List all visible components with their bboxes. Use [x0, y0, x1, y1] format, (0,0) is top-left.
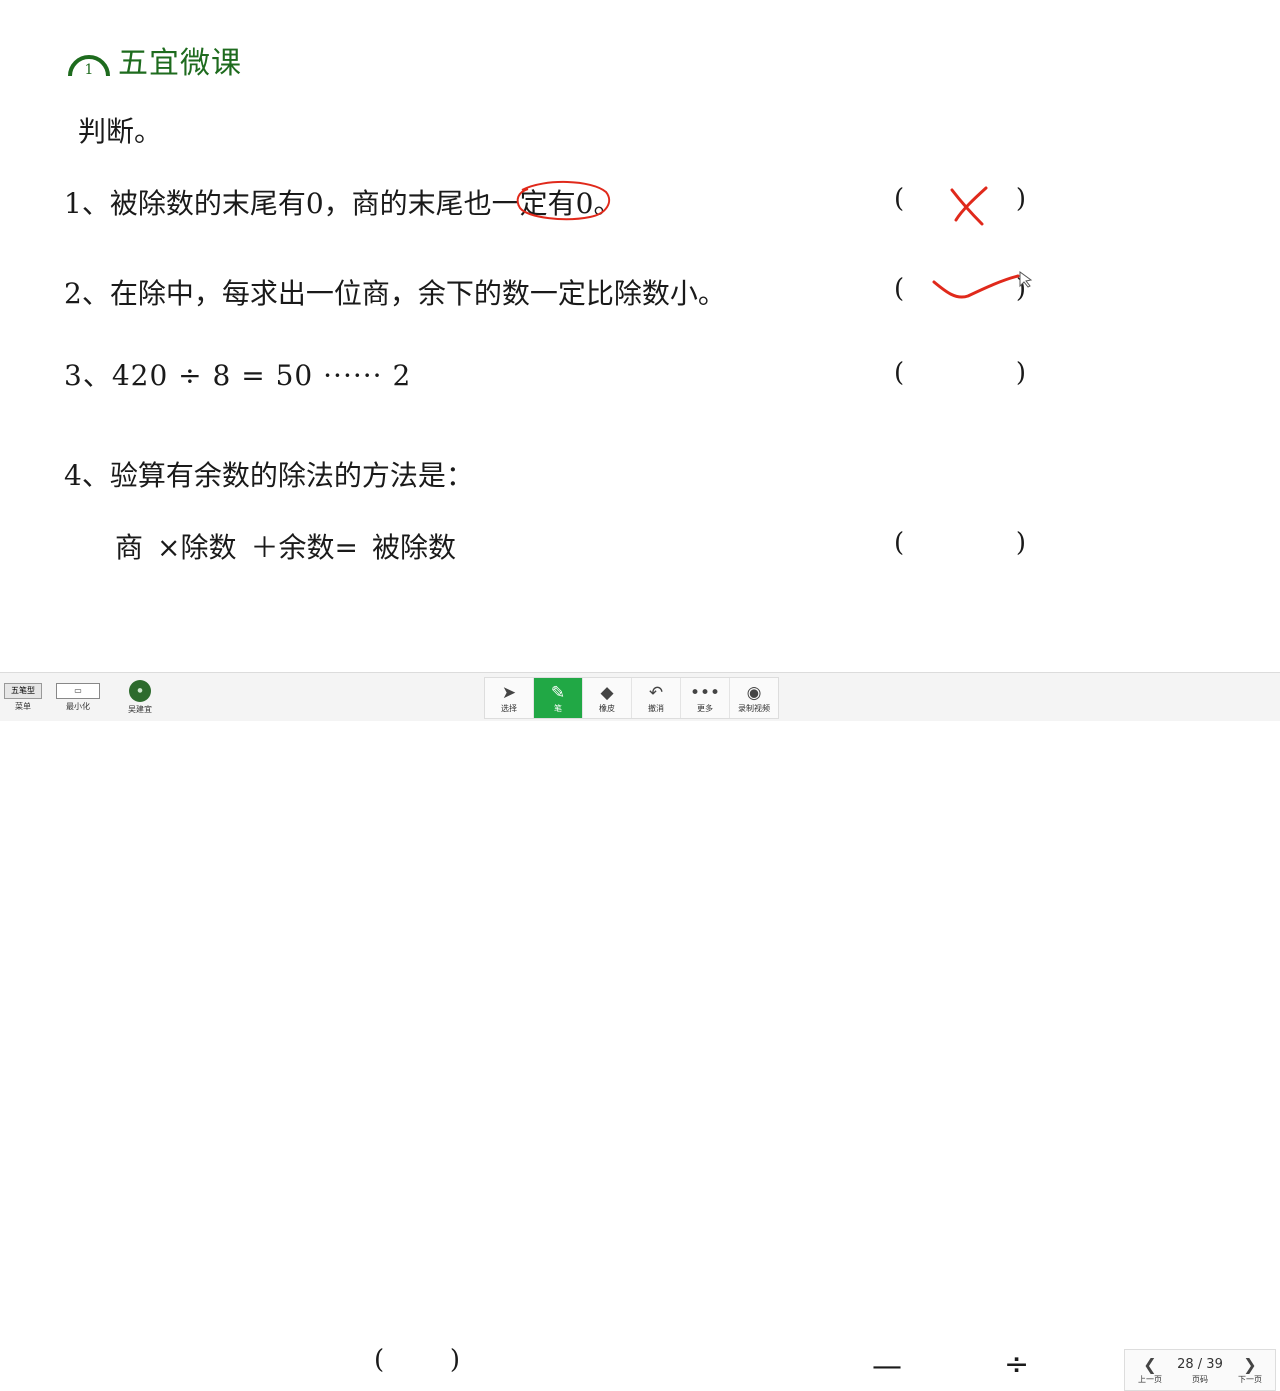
- question-number: 1、: [64, 187, 110, 220]
- divide-sign: ÷: [1004, 1347, 1030, 1382]
- page-navigator: ❮ 上一页 28 / 39 页码 ❯ 下一页: [1124, 1349, 1276, 1391]
- question-1: 1、被除数的末尾有0，商的末尾也一定有0。: [64, 182, 622, 222]
- pen-tool-button[interactable]: ✎ 笔: [534, 678, 583, 718]
- question-4: 4、验算有余数的除法的方法是：: [64, 454, 474, 494]
- user-label: 吴建宜: [128, 704, 152, 714]
- formula-dividend: 被除数: [372, 531, 457, 564]
- tools-group: ➤ 选择 ✎ 笔 ◆ 橡皮 ↶ 撤消 ••• 更多 ◉ 录制视频: [484, 677, 779, 719]
- tool-label: 橡皮: [599, 703, 615, 713]
- prev-page-label: 上一页: [1138, 1374, 1162, 1384]
- chevron-right-icon: ❯: [1243, 1354, 1257, 1374]
- slide-canvas[interactable]: 1 五宜微课 判断。 1、被除数的末尾有0，商的末尾也一定有0。 2、在除中，每…: [0, 0, 1280, 672]
- question-number: 4、: [64, 459, 110, 492]
- formula-times: ×: [157, 531, 181, 564]
- formula-quotient: 商: [115, 531, 144, 564]
- more-icon: •••: [689, 682, 721, 703]
- record-icon: ◉: [746, 682, 762, 703]
- more-tool-button[interactable]: ••• 更多: [681, 678, 730, 718]
- brand-name: 五宜微课: [118, 46, 242, 81]
- minimize-thumbnail: ▭: [56, 682, 100, 699]
- pen-icon: ✎: [550, 682, 566, 703]
- tool-label: 选择: [501, 703, 517, 713]
- chevron-left-icon: ❮: [1143, 1354, 1157, 1374]
- cursor-icon: ➤: [501, 682, 517, 703]
- minimize-button[interactable]: ▭ 最小化: [56, 675, 100, 719]
- formula-plus: ＋: [250, 531, 279, 564]
- user-button[interactable]: ● 吴建宜: [118, 675, 162, 719]
- next-page-button[interactable]: ❯ 下一页: [1225, 1350, 1275, 1390]
- question-text: 验算有余数的除法的方法是：: [109, 459, 474, 492]
- formula-divisor: 除数: [180, 531, 237, 564]
- bottom-bracket: (): [374, 1345, 460, 1375]
- question-expression: 420 ÷ 8 = 50 ······ 2: [111, 359, 412, 392]
- question-3: 3、420 ÷ 8 = 50 ······ 2: [64, 354, 411, 394]
- answer-bracket-2[interactable]: (): [894, 274, 1026, 304]
- tool-label: 录制视频: [738, 703, 770, 713]
- undo-tool-button[interactable]: ↶ 撤消: [632, 678, 681, 718]
- answer-bracket-4[interactable]: (): [894, 528, 1026, 558]
- menu-thumbnail: 五笔型: [4, 682, 42, 699]
- question-number: 3、: [64, 359, 112, 392]
- minus-sign: —: [872, 1349, 902, 1384]
- page-label: 页码: [1192, 1374, 1208, 1384]
- formula-equals: =: [334, 531, 358, 564]
- bottom-toolbar: 五笔型 菜单 ▭ 最小化 ● 吴建宜 () ➤ 选择 ✎ 笔 ◆ 橡皮 ↶ 撤消…: [0, 672, 1280, 1391]
- menu-label: 菜单: [15, 701, 31, 711]
- tool-label: 更多: [697, 703, 713, 713]
- question-text: 在除中，每求出一位商，余下的数一定比除数小。: [109, 277, 726, 310]
- tool-label: 撤消: [648, 703, 664, 713]
- answer-bracket-1[interactable]: (): [894, 184, 1026, 214]
- circled-text: 也一定: [463, 187, 548, 220]
- page-number-button[interactable]: 28 / 39 页码: [1175, 1350, 1225, 1390]
- answer-bracket-3[interactable]: (): [894, 358, 1026, 388]
- next-page-label: 下一页: [1238, 1374, 1262, 1384]
- question-text: 被除数的末尾有0，商的末尾: [109, 187, 464, 220]
- question-number: 2、: [64, 277, 110, 310]
- select-tool-button[interactable]: ➤ 选择: [485, 678, 534, 718]
- heading: 判断。: [78, 115, 163, 148]
- eraser-icon: ◆: [600, 682, 614, 703]
- prev-page-button[interactable]: ❮ 上一页: [1125, 1350, 1175, 1390]
- minimize-label: 最小化: [66, 701, 90, 711]
- brand-logo-icon: 1: [68, 55, 110, 78]
- check-formula: 商 ×除数 ＋余数= 被除数: [115, 526, 456, 566]
- ink-layer: [516, 181, 1033, 299]
- tool-label: 笔: [554, 703, 562, 713]
- undo-icon: ↶: [648, 682, 664, 703]
- formula-remainder: 余数: [278, 531, 335, 564]
- menu-button[interactable]: 五笔型 菜单: [4, 675, 42, 719]
- question-2: 2、在除中，每求出一位商，余下的数一定比除数小。: [64, 272, 726, 312]
- question-text-end: 有0。: [547, 187, 622, 220]
- avatar: ●: [129, 679, 151, 702]
- brand-logo-digit: 1: [85, 62, 94, 78]
- record-tool-button[interactable]: ◉ 录制视频: [730, 678, 778, 718]
- eraser-tool-button[interactable]: ◆ 橡皮: [583, 678, 632, 718]
- page-display: 28 / 39: [1177, 1356, 1223, 1372]
- brand: 1 五宜微课: [66, 40, 242, 81]
